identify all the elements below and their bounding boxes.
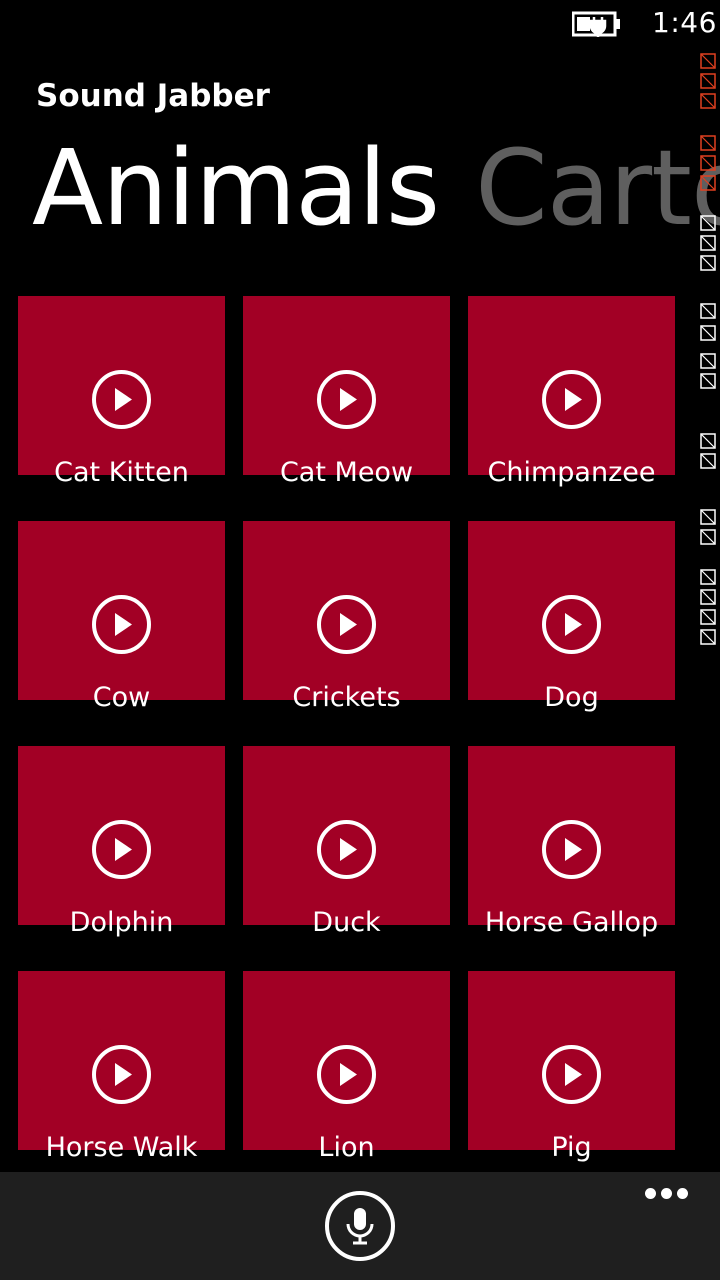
sound-tile[interactable]: Chimpanzee: [468, 296, 675, 488]
more-icon[interactable]: [640, 1184, 690, 1204]
sound-tile[interactable]: Dog: [468, 521, 675, 713]
tile-label: Crickets: [292, 682, 401, 713]
app-bar: [0, 1172, 720, 1280]
play-icon: [92, 595, 151, 654]
sound-tile[interactable]: Horse Gallop: [468, 746, 675, 938]
play-icon: [542, 820, 601, 879]
play-icon: [542, 370, 601, 429]
sound-tile[interactable]: Cat Meow: [243, 296, 450, 488]
tile-label: Cow: [92, 682, 151, 713]
tile-label: Dog: [544, 682, 599, 713]
tile-label: Horse Gallop: [484, 907, 659, 938]
sound-tile-grid: Cat Kitten Cat Meow Chimpanzee Cow Crickets D…: [0, 0, 720, 1172]
tile-label: Lion: [318, 1132, 375, 1163]
play-icon: [92, 370, 151, 429]
tile-label: Horse Walk: [45, 1132, 198, 1163]
sound-tile[interactable]: Crickets: [243, 521, 450, 713]
microphone-icon[interactable]: [324, 1190, 396, 1262]
play-icon: [317, 1045, 376, 1104]
play-icon: [317, 820, 376, 879]
tile-label: Dolphin: [69, 907, 174, 938]
play-icon: [92, 1045, 151, 1104]
sound-tile[interactable]: Duck: [243, 746, 450, 938]
tile-label: Cat Kitten: [54, 457, 189, 488]
sound-tile[interactable]: Pig: [468, 971, 675, 1163]
play-icon: [92, 820, 151, 879]
play-icon: [542, 1045, 601, 1104]
sound-tile[interactable]: Lion: [243, 971, 450, 1163]
tile-label: Cat Meow: [279, 457, 414, 488]
tile-label: Chimpanzee: [487, 457, 656, 488]
sound-tile[interactable]: Horse Walk: [18, 971, 225, 1163]
sound-tile[interactable]: Cow: [18, 521, 225, 713]
sound-tile[interactable]: Cat Kitten: [18, 296, 225, 488]
tile-label: Duck: [312, 907, 381, 938]
tile-label: Pig: [551, 1132, 592, 1163]
play-icon: [317, 370, 376, 429]
play-icon: [317, 595, 376, 654]
sound-tile[interactable]: Dolphin: [18, 746, 225, 938]
play-icon: [542, 595, 601, 654]
